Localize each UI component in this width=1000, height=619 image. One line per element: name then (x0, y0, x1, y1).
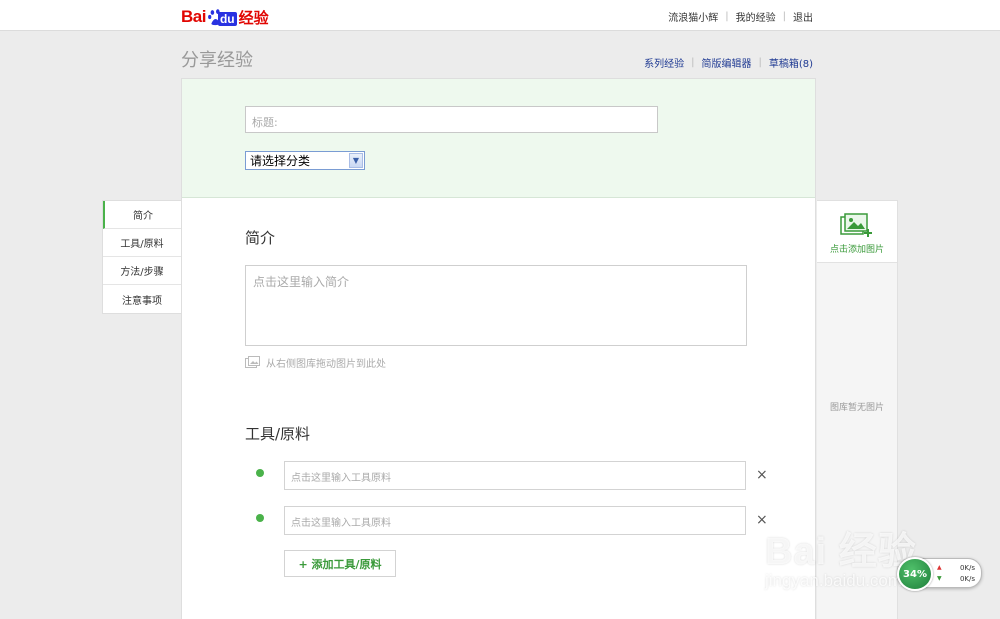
download-speed: 0K/s (959, 575, 975, 583)
category-selected-value: 请选择分类 (250, 154, 311, 168)
page-title: 分享经验 (181, 50, 253, 71)
bullet-dot-icon (256, 469, 264, 477)
tool-item-input[interactable]: 点击这里输入工具原料 (284, 506, 746, 535)
my-experience-link[interactable]: 我的经验 (736, 9, 776, 24)
logo-text-bai: Bai (181, 7, 206, 26)
sub-nav: 系列经验 | 简版编辑器 | 草稿箱(8) (644, 55, 813, 70)
close-icon[interactable]: × (756, 512, 768, 528)
image-library-panel: 点击添加图片 图库暂无图片 (817, 200, 898, 619)
up-arrow-icon: ▲ (937, 564, 942, 571)
add-image-button[interactable]: 点击添加图片 (817, 201, 897, 263)
section-nav-notes[interactable]: 注意事项 (103, 285, 181, 313)
drag-image-hint: 从右侧图库拖动图片到此处 (245, 355, 386, 370)
add-image-label: 点击添加图片 (829, 245, 884, 255)
speed-percent: 34% (897, 557, 933, 591)
network-speed-widget[interactable]: 34% ▲ 0K/s ▼ 0K/s (897, 557, 982, 591)
category-select[interactable]: 请选择分类 ▼ (245, 151, 365, 170)
add-image-icon (840, 213, 872, 237)
intro-textarea[interactable]: 点击这里输入简介 (245, 265, 747, 346)
tool-item-row: 点击这里输入工具原料 × (256, 461, 776, 490)
intro-heading: 简介 (245, 229, 276, 247)
empty-library-text: 图库暂无图片 (829, 403, 884, 413)
tool-item-row: 点击这里输入工具原料 × (256, 506, 776, 535)
editor-card: 标题: 请选择分类 ▼ 简介 点击这里输入简介 从右侧图库拖动图片到此处 工具/… (181, 78, 816, 619)
title-input[interactable]: 标题: (245, 106, 658, 133)
bullet-dot-icon (256, 514, 264, 522)
add-tool-button[interactable]: + 添加工具/原料 (284, 550, 396, 577)
image-icon (245, 356, 260, 368)
section-nav-tools[interactable]: 工具/原料 (103, 229, 181, 257)
separator: | (758, 57, 762, 68)
top-links: 流浪猫小辉 | 我的经验 | 退出 (668, 9, 813, 24)
drafts-link[interactable]: 草稿箱(8) (769, 55, 813, 70)
separator: | (782, 11, 786, 22)
tool-item-input[interactable]: 点击这里输入工具原料 (284, 461, 746, 490)
section-nav-intro[interactable]: 简介 (103, 201, 181, 229)
baidu-jingyan-logo[interactable]: Bai du 经验 (181, 7, 269, 27)
logo-text-jingyan: 经验 (238, 8, 269, 27)
upload-speed: 0K/s (959, 564, 975, 572)
title-area: 标题: 请选择分类 ▼ (182, 79, 815, 198)
section-nav: 简介 工具/原料 方法/步骤 注意事项 (102, 200, 181, 314)
drag-hint-text: 从右侧图库拖动图片到此处 (266, 359, 386, 370)
logo-text-du: du (217, 12, 237, 26)
close-icon[interactable]: × (756, 467, 768, 483)
top-bar: Bai du 经验 流浪猫小辉 | 我的经验 | 退出 (0, 0, 1000, 31)
separator: | (725, 11, 729, 22)
separator: | (691, 57, 695, 68)
simple-editor-link[interactable]: 简版编辑器 (701, 55, 751, 70)
series-experience-link[interactable]: 系列经验 (644, 55, 684, 70)
down-arrow-icon: ▼ (937, 575, 942, 582)
chevron-down-icon[interactable]: ▼ (349, 153, 363, 168)
user-name-link[interactable]: 流浪猫小辉 (668, 9, 718, 24)
logout-link[interactable]: 退出 (793, 9, 813, 24)
tools-heading: 工具/原料 (245, 425, 311, 443)
section-nav-steps[interactable]: 方法/步骤 (103, 257, 181, 285)
